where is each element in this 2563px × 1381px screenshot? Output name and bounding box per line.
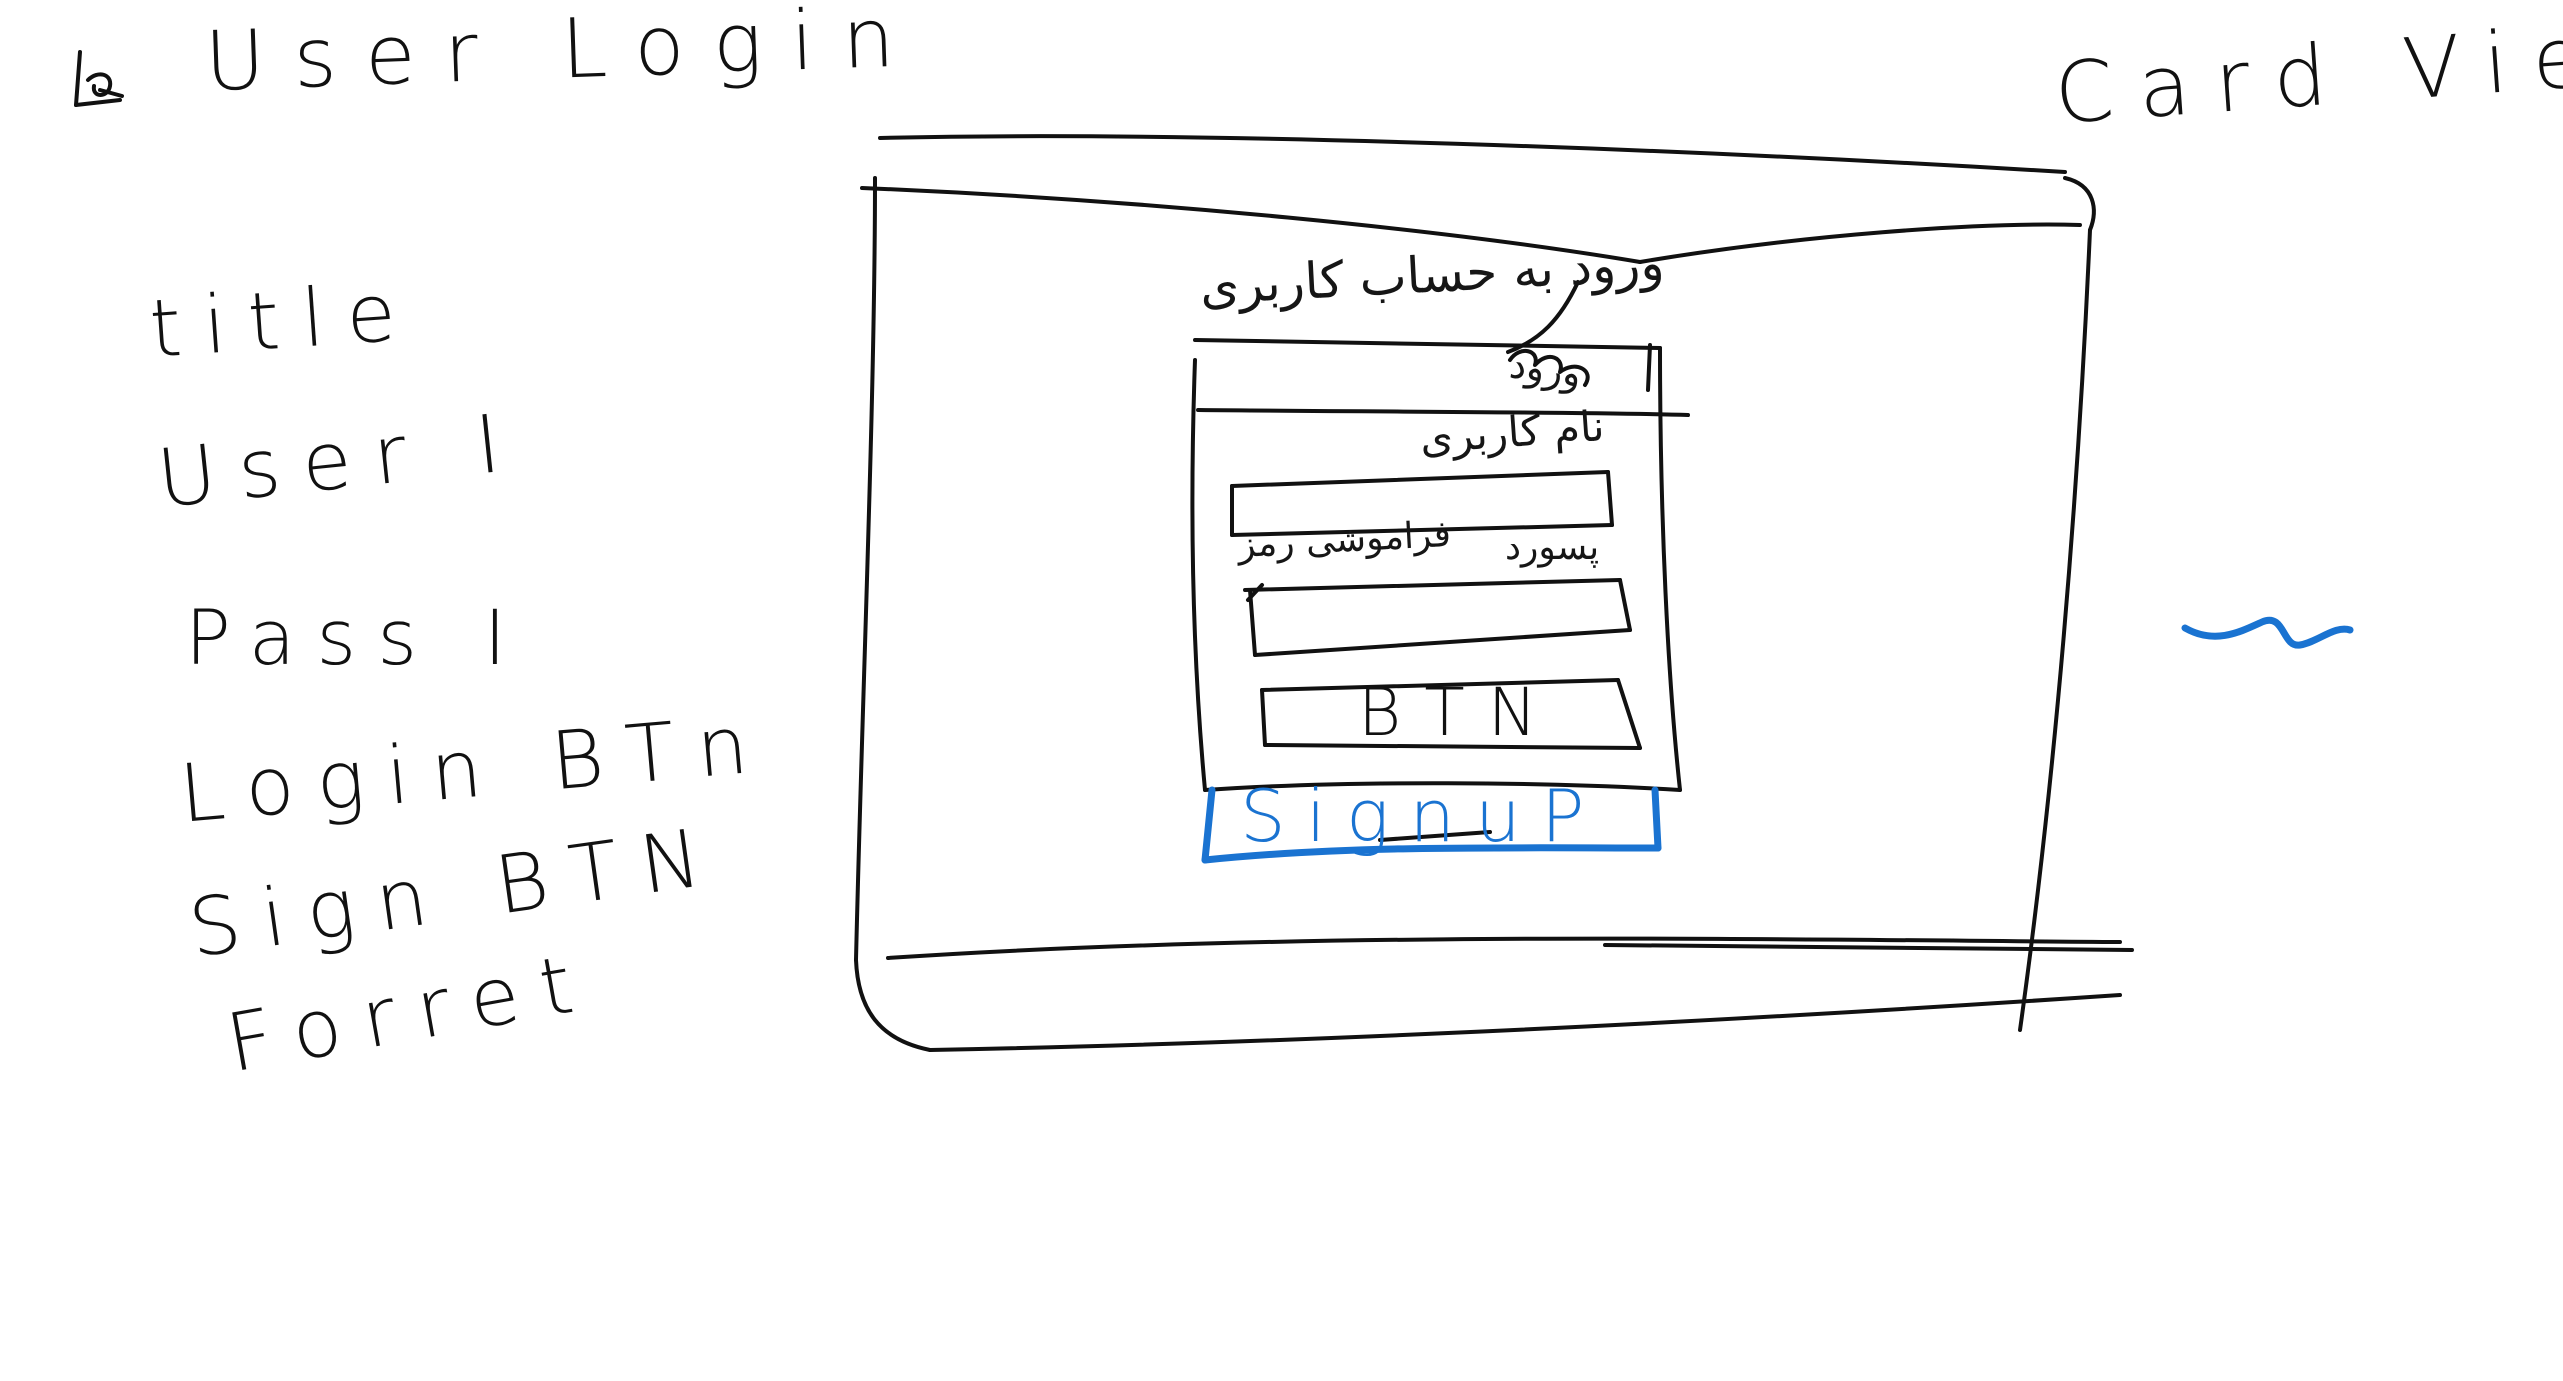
login-button-label: BTN: [1358, 674, 1561, 751]
password-input-sketch: [1243, 578, 1632, 657]
signup-button-label: SignuP: [1240, 774, 1605, 858]
username-label: نام کاربری: [1418, 401, 1606, 463]
form-header-note: ورود: [1506, 342, 1585, 396]
component-list-item-title: title: [146, 264, 421, 376]
component-list-item-pass-input: Pass I: [185, 593, 528, 682]
password-label: پسورد: [1505, 527, 1600, 568]
whiteboard-sketch: [74, 50, 2354, 1052]
pen-scribble-icon: [74, 50, 124, 107]
blue-squiggle-icon: [2181, 616, 2354, 649]
note-title: User Login: [203, 0, 925, 110]
